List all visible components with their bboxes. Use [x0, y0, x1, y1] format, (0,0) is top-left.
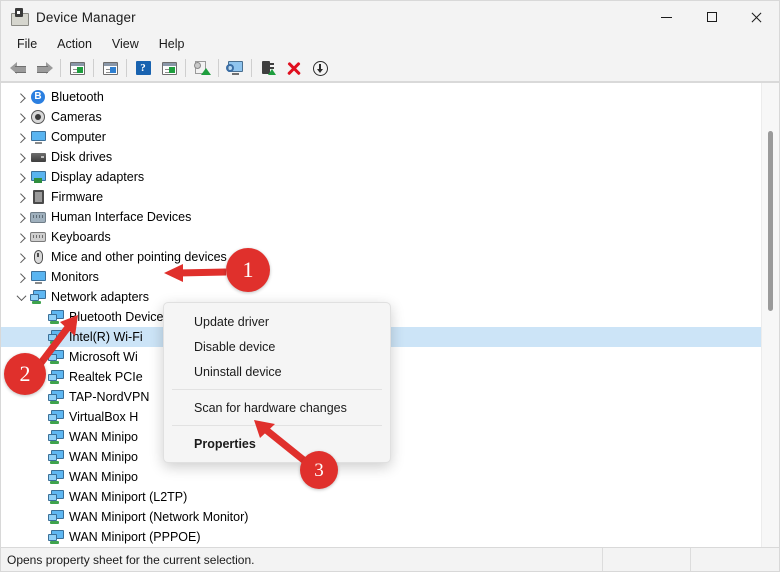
window-controls: [644, 1, 779, 33]
properties-button[interactable]: [97, 57, 123, 79]
update-driver-icon: [193, 61, 211, 75]
annotation-arrow-1: [164, 264, 227, 282]
toolbar-separator: [60, 59, 61, 77]
toolbar-separator: [218, 59, 219, 77]
uninstall-device-button[interactable]: [281, 57, 307, 79]
forward-arrow-icon: [36, 61, 53, 75]
annotation-badge-2: 2: [4, 353, 46, 395]
show-hide-console-tree-button[interactable]: [64, 57, 90, 79]
back-button[interactable]: [5, 57, 31, 79]
status-message: Opens property sheet for the current sel…: [1, 548, 603, 571]
toolbar-separator: [251, 59, 252, 77]
toolbar-separator: [185, 59, 186, 77]
red-x-icon: [287, 61, 301, 75]
annotation-badge-3: 3: [300, 451, 338, 489]
status-bar: Opens property sheet for the current sel…: [1, 547, 779, 571]
status-pane-b: [603, 548, 691, 571]
maximize-icon: [706, 12, 717, 22]
menu-help[interactable]: Help: [149, 35, 195, 53]
enable-device-button[interactable]: [255, 57, 281, 79]
properties-icon: [102, 61, 118, 75]
menu-action[interactable]: Action: [47, 35, 102, 53]
title-bar: Device Manager: [1, 1, 779, 33]
disable-device-button[interactable]: [307, 57, 333, 79]
toolbar-separator: [93, 59, 94, 77]
enable-device-icon: [261, 61, 276, 75]
console-tree-icon: [69, 61, 85, 75]
window-title: Device Manager: [36, 9, 136, 25]
annotation-badge-1: 1: [226, 248, 270, 292]
show-hide-action-pane-button[interactable]: [156, 57, 182, 79]
back-arrow-icon: [9, 61, 27, 75]
scan-hardware-changes-button[interactable]: [222, 57, 248, 79]
maximize-button[interactable]: [689, 1, 734, 33]
update-driver-button[interactable]: [189, 57, 215, 79]
help-button[interactable]: ?: [130, 57, 156, 79]
action-pane-icon: [161, 61, 177, 75]
close-icon: [751, 12, 762, 23]
menu-bar: File Action View Help: [1, 33, 779, 55]
forward-button[interactable]: [31, 57, 57, 79]
device-manager-icon: [10, 8, 29, 26]
help-icon: ?: [135, 61, 151, 75]
down-arrow-circle-icon: [312, 60, 328, 76]
device-tree-panel: B Bluetooth Cameras Computer Disk drives: [1, 82, 779, 547]
minimize-icon: [661, 16, 672, 18]
scan-hardware-icon: [226, 61, 244, 75]
toolbar-separator: [126, 59, 127, 77]
close-button[interactable]: [734, 1, 779, 33]
status-pane-c: [691, 548, 779, 571]
menu-view[interactable]: View: [102, 35, 149, 53]
menu-file[interactable]: File: [7, 35, 47, 53]
annotation-arrows: [28, 264, 314, 469]
minimize-button[interactable]: [644, 1, 689, 33]
device-manager-window: Device Manager File Action View Help ? B…: [0, 0, 780, 572]
toolbar: ?: [1, 55, 779, 82]
